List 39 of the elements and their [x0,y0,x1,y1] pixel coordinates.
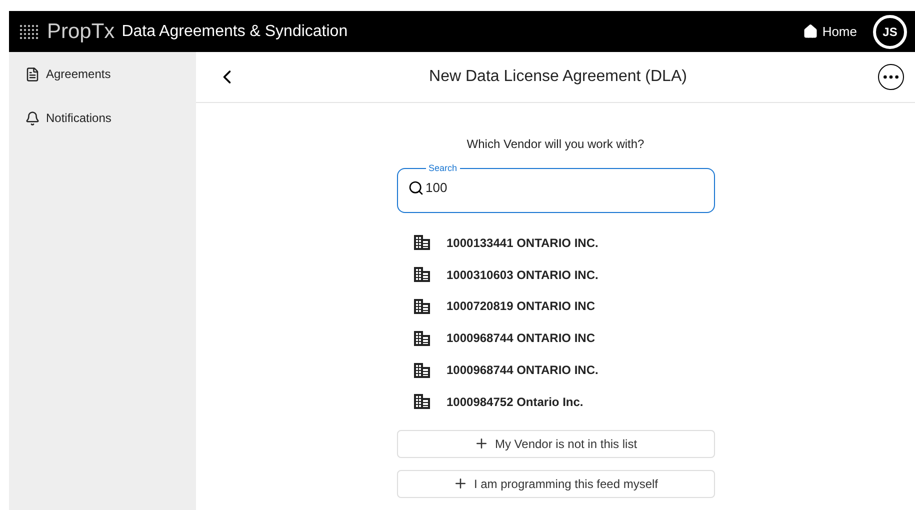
brand-name: PropTx [47,18,115,45]
vendor-name: 1000133441 ONTARIO INC. [446,234,598,252]
document-icon [25,66,40,82]
search-icon [408,180,424,196]
search-label: Search [428,163,458,174]
sidebar-item[interactable]: Agreements [9,64,196,84]
option-button[interactable]: I am programming this feed myself [396,470,714,498]
building-icon [414,394,430,410]
vendor-name: 1000310603 ONTARIO INC. [446,266,598,284]
vendor-item[interactable]: 1000720819 ONTARIO INC [396,290,714,322]
user-avatar[interactable]: JS [873,14,907,48]
vendor-name: 1000968744 ONTARIO INC. [446,362,598,380]
building-icon [414,330,430,346]
app-title: Data Agreements & Syndication [122,22,348,42]
vendor-item[interactable]: 1000968744 ONTARIO INC [396,322,714,354]
bell-icon [25,110,40,126]
home-link[interactable]: Home [803,22,857,42]
building-icon [414,362,430,378]
vendor-name: 1000968744 ONTARIO INC [446,330,596,348]
page-title: New Data License Agreement (DLA) [428,67,688,87]
vendor-item[interactable]: 1000310603 ONTARIO INC. [396,258,714,291]
vendor-item[interactable]: 1000133441 ONTARIO INC. [396,227,714,259]
vendor-prompt: Which Vendor will you work with? [466,136,644,153]
vendor-name: 1000720819 ONTARIO INC [446,298,596,316]
building-icon [414,298,430,314]
vendor-item[interactable]: 1000968744 ONTARIO INC. [396,354,714,386]
plus-icon [452,476,468,492]
home-icon [803,24,818,39]
vendor-name: 1000984752 Ontario Inc. [446,394,584,411]
sidebar-item[interactable]: Notifications [9,108,196,128]
more-icon[interactable] [878,64,904,90]
vendor-item[interactable]: 1000984752 Ontario Inc. [396,386,714,418]
plus-icon [474,436,489,452]
logo-icon [19,24,39,39]
search-field[interactable]: Search 100 [396,163,714,213]
building-icon [414,267,430,282]
option-button[interactable]: My Vendor is not in this list [396,430,714,458]
building-icon [414,235,430,250]
search-input[interactable]: 100 [426,178,676,198]
